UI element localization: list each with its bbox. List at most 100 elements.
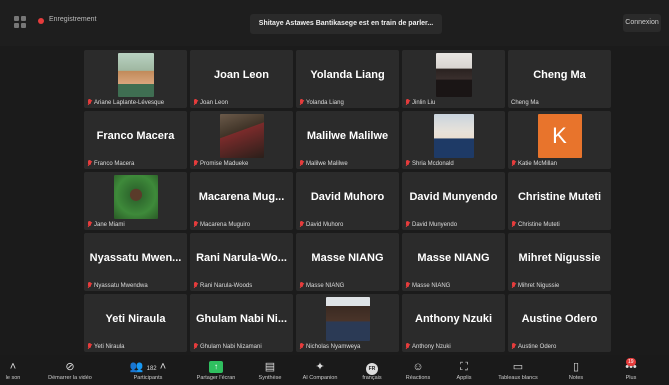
participant-name: Franco Macera: [96, 130, 175, 142]
participant-label-text: Franco Macera: [94, 160, 135, 167]
mic-muted-icon: [405, 99, 410, 106]
participant-avatar: [435, 53, 472, 97]
audio-button[interactable]: ˄ le son: [0, 355, 26, 385]
mic-muted-icon: [299, 221, 304, 228]
participant-tile[interactable]: Masse NIANG Masse NIANG: [402, 233, 505, 291]
participant-label: Macarena Muguiro: [193, 221, 250, 228]
participant-tile[interactable]: Ariane Laplante-Lévesque: [84, 50, 187, 108]
mic-muted-icon: [511, 221, 516, 228]
participant-tile[interactable]: Yeti Niraula Yeti Niraula: [84, 294, 187, 352]
participant-name: Cheng Ma: [533, 69, 586, 81]
ai-companion-button[interactable]: ✦ AI Companion: [294, 355, 346, 385]
participant-label-text: Christine Muteti: [518, 221, 560, 228]
chevron-up-icon: ˄: [9, 361, 17, 373]
participant-name: Rani Narula-Wo...: [196, 252, 287, 264]
mic-muted-icon: [299, 282, 304, 289]
participant-label-text: Katie McMillan: [518, 160, 558, 167]
participant-label: Nyassatu Mwendwa: [87, 282, 148, 289]
participant-label-text: Cheng Ma: [511, 100, 539, 106]
participant-tile[interactable]: Anthony Nzuki Anthony Nzuki: [402, 294, 505, 352]
mic-muted-icon: [299, 160, 304, 167]
mic-muted-icon: [193, 160, 198, 167]
mic-muted-icon: [87, 282, 92, 289]
participant-tile[interactable]: Ghulam Nabi Ni... Ghulam Nabi Nizamani: [190, 294, 293, 352]
participant-label: Christine Muteti: [511, 221, 560, 228]
participant-tile[interactable]: Cheng Ma Cheng Ma: [508, 50, 611, 108]
participant-tile[interactable]: Jinlin Liu: [402, 50, 505, 108]
participant-tile[interactable]: Nicholas Nyamweya: [296, 294, 399, 352]
participant-tile[interactable]: Promise Madueke: [190, 111, 293, 169]
recording-dot-icon: [38, 18, 44, 24]
participant-label: Nicholas Nyamweya: [299, 343, 360, 350]
share-screen-icon: ↑: [209, 361, 223, 373]
participant-label: Cheng Ma: [511, 100, 539, 106]
active-speaker-banner: Shitaye Astawes Bantikasege est en train…: [250, 14, 442, 34]
share-screen-button[interactable]: ↑ Partager l'écran: [188, 355, 244, 385]
participant-grid: Ariane Laplante-Lévesque Joan Leon Joan Le…: [84, 50, 614, 355]
language-button[interactable]: FR français: [352, 355, 392, 385]
participant-tile[interactable]: Joan Leon Joan Leon: [190, 50, 293, 108]
participant-tile[interactable]: Shria Mcdonald: [402, 111, 505, 169]
whiteboards-button[interactable]: ▭ Tableaux blancs: [488, 355, 548, 385]
meeting-toolbar: ˄ le son ⊘ Démarrer la vidéo 👥 182 ˄ Par…: [0, 355, 669, 385]
participant-tile[interactable]: Nyassatu Mwen... Nyassatu Mwendwa: [84, 233, 187, 291]
participant-label: Promise Madueke: [193, 160, 248, 167]
participant-label: Shria Mcdonald: [405, 160, 454, 167]
participant-label: Mihret Nigussie: [511, 282, 559, 289]
top-bar: Enregistrement Shitaye Astawes Bantikase…: [0, 0, 669, 46]
smiley-icon: ☺: [412, 361, 424, 373]
view-grid-icon[interactable]: [14, 16, 26, 28]
participant-label-text: Ghulam Nabi Nizamani: [200, 343, 262, 350]
participants-button[interactable]: 👥 182 ˄ Participants: [118, 355, 178, 385]
participant-tile[interactable]: David Muhoro David Muhoro: [296, 172, 399, 230]
participant-tile[interactable]: K Katie McMillan: [508, 111, 611, 169]
mic-muted-icon: [511, 343, 516, 350]
apps-button[interactable]: ⛶ Applis: [444, 355, 484, 385]
participant-tile[interactable]: Rani Narula-Wo... Rani Narula-Woods: [190, 233, 293, 291]
participant-label: Ariane Laplante-Lévesque: [87, 99, 164, 106]
mic-muted-icon: [193, 99, 198, 106]
participant-tile[interactable]: Macarena Mug... Macarena Muguiro: [190, 172, 293, 230]
connexion-button[interactable]: Connexion: [623, 14, 661, 32]
participant-label-text: Nyassatu Mwendwa: [94, 282, 148, 289]
participant-label-text: Shria Mcdonald: [412, 160, 454, 167]
participant-tile[interactable]: Christine Muteti Christine Muteti: [508, 172, 611, 230]
start-video-button[interactable]: ⊘ Démarrer la vidéo: [40, 355, 100, 385]
summary-doc-icon: ▤: [264, 361, 276, 373]
participant-tile[interactable]: Jane Miami: [84, 172, 187, 230]
mic-muted-icon: [299, 343, 304, 350]
participant-label-text: David Muhoro: [306, 221, 344, 228]
participant-tile[interactable]: Masse NIANG Masse NIANG: [296, 233, 399, 291]
participant-label-text: Macarena Muguiro: [200, 221, 251, 228]
participant-name: Christine Muteti: [517, 191, 602, 203]
video-off-icon: ⊘: [65, 361, 75, 373]
participant-label: Ghulam Nabi Nizamani: [193, 343, 262, 350]
participant-avatar: [325, 297, 370, 341]
participant-tile[interactable]: Yolanda Liang Yolanda Liang: [296, 50, 399, 108]
participant-label: Masse NIANG: [299, 282, 344, 289]
reactions-button[interactable]: ☺ Réactions: [398, 355, 438, 385]
participant-label-text: Joan Leon: [200, 99, 229, 106]
participant-name: David Muhoro: [310, 191, 385, 203]
participant-label-text: David Munyendo: [412, 221, 458, 228]
participant-label-text: Rani Narula-Woods: [200, 282, 253, 289]
more-button[interactable]: ••• 19 Plus: [614, 355, 648, 385]
recording-label: Enregistrement: [49, 16, 97, 23]
participant-tile[interactable]: Mihret Nigussie Mihret Nigussie: [508, 233, 611, 291]
participant-name: Mihret Nigussie: [518, 252, 601, 264]
whiteboard-icon: ▭: [512, 361, 524, 373]
notes-button[interactable]: ▯ Notes: [556, 355, 596, 385]
participant-avatar: [219, 114, 264, 158]
participant-tile[interactable]: David Munyendo David Munyendo: [402, 172, 505, 230]
participant-tile[interactable]: Franco Macera Franco Macera: [84, 111, 187, 169]
participant-tile[interactable]: Malilwe Malilwe Malilwe Malilwe: [296, 111, 399, 169]
participant-label: Austine Odero: [511, 343, 556, 350]
participant-label-text: Nicholas Nyamweya: [306, 343, 361, 350]
participant-label: Yolanda Liang: [299, 99, 344, 106]
participant-name: Macarena Mug...: [198, 191, 285, 203]
participant-tile[interactable]: Austine Odero Austine Odero: [508, 294, 611, 352]
summary-button[interactable]: ▤ Synthèse: [248, 355, 292, 385]
participant-avatar: K: [537, 114, 582, 158]
notes-icon: ▯: [572, 361, 580, 373]
participant-label-text: Yeti Niraula: [94, 343, 125, 350]
